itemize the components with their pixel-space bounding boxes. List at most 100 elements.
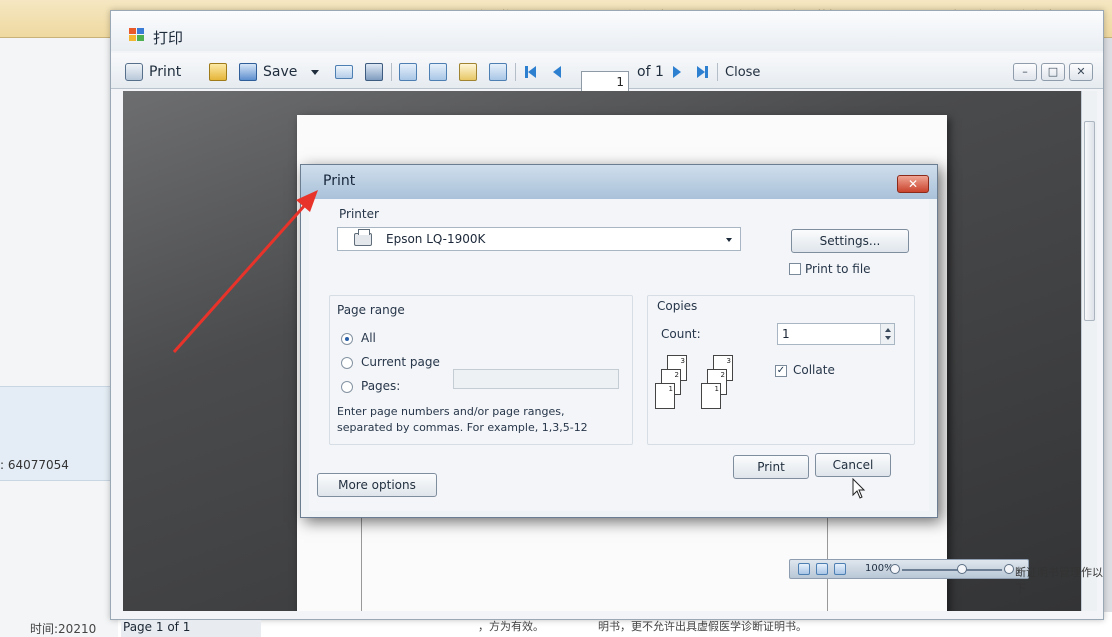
first-page-icon: [528, 66, 536, 78]
cancel-button[interactable]: Cancel: [815, 453, 891, 477]
printer-name: Epson LQ-1900K: [386, 232, 486, 246]
current-page-input[interactable]: 1: [581, 71, 629, 93]
range-hint-line-1: Enter page numbers and/or page ranges,: [337, 405, 565, 418]
page-count-label: of 1: [637, 64, 664, 80]
page-border-line: [827, 505, 828, 611]
toolbar-edit-button[interactable]: [459, 61, 477, 83]
binoculars-icon: [365, 63, 383, 81]
next-page-button[interactable]: [673, 61, 681, 83]
print-dialog-body: Printer Epson LQ-1900K Settings... Print…: [309, 199, 929, 511]
preview-scrollbar[interactable]: [1081, 91, 1097, 611]
zoom-page-icon: [429, 63, 447, 81]
print-dialog: Print ✕ Printer Epson LQ-1900K Settings.…: [300, 164, 938, 518]
last-page-bar-icon: [705, 66, 708, 78]
folder-open-icon: [209, 63, 227, 81]
copies-count-input[interactable]: 1: [777, 323, 895, 345]
settings-button[interactable]: Settings...: [791, 229, 909, 253]
bg-note-2: 明书，更不允许出具虚假医学诊断证明书。: [598, 620, 807, 633]
floppy-disk-icon: [239, 63, 257, 81]
more-options-button[interactable]: More options: [317, 473, 437, 497]
print-to-file-label: Print to file: [805, 262, 871, 276]
mouse-cursor-icon: [852, 478, 866, 499]
page-border-line: [361, 505, 362, 611]
printer-select[interactable]: Epson LQ-1900K: [337, 227, 741, 251]
count-spinner[interactable]: [880, 324, 894, 344]
range-pages-label: Pages:: [361, 379, 401, 393]
print-dialog-title: Print: [323, 173, 356, 189]
zoom-toolbar: 100%: [789, 559, 1029, 579]
printer-icon: [125, 63, 143, 81]
printer-group-label: Printer: [339, 207, 379, 221]
range-hint-line-2: separated by commas. For example, 1,3,5-…: [337, 421, 588, 434]
pages-input[interactable]: [453, 369, 619, 389]
envelope-icon: [335, 65, 353, 79]
zoom-slider-track[interactable]: [902, 569, 1002, 571]
bg-phone-number: : 64077054: [0, 458, 69, 472]
previous-page-button[interactable]: [553, 61, 561, 83]
toolbar-separator: [717, 63, 718, 81]
zoom-slider-thumb[interactable]: [957, 564, 967, 574]
bg-note-1: ，方为有效。: [478, 620, 544, 633]
page-layout-icon: [399, 63, 417, 81]
toolbar-separator: [391, 63, 392, 81]
last-page-button[interactable]: [697, 61, 708, 83]
count-label: Count:: [661, 327, 701, 341]
spin-up-icon[interactable]: [885, 328, 891, 332]
toolbar-find-button[interactable]: [365, 61, 383, 83]
toolbar-print-label: Print: [149, 64, 182, 80]
chevron-down-icon: [726, 238, 732, 242]
preview-title-bar: 打印: [111, 11, 1103, 51]
collate-label: Collate: [793, 363, 835, 377]
range-current-radio[interactable]: [341, 357, 353, 369]
last-page-icon: [697, 66, 705, 78]
close-window-button[interactable]: ✕: [1069, 63, 1093, 81]
status-bar-page-info: Page 1 of 1: [121, 620, 261, 637]
dialog-close-button[interactable]: ✕: [897, 175, 929, 193]
minimize-button[interactable]: –: [1013, 63, 1037, 81]
range-current-label: Current page: [361, 355, 440, 369]
range-pages-radio[interactable]: [341, 381, 353, 393]
print-button[interactable]: Print: [733, 455, 809, 479]
view-mode-icon[interactable]: [834, 563, 846, 575]
page-range-label: Page range: [337, 303, 405, 317]
copies-label: Copies: [657, 299, 698, 313]
toolbar-email-button[interactable]: [335, 61, 353, 83]
toolbar-print-button[interactable]: Print: [125, 61, 181, 83]
maximize-button[interactable]: □: [1041, 63, 1065, 81]
previous-page-icon: [553, 66, 561, 78]
range-all-label: All: [361, 331, 376, 345]
collate-illustration: 3 2 1 3 2 1: [655, 355, 741, 419]
toolbar-save-button[interactable]: Save: [239, 61, 320, 83]
print-to-file-checkbox[interactable]: [789, 263, 801, 275]
chevron-down-icon[interactable]: [311, 69, 320, 75]
zoom-in-icon[interactable]: [1004, 564, 1014, 574]
single-page-icon: [489, 63, 507, 81]
toolbar-zoom-button[interactable]: [429, 61, 447, 83]
bg-time-label: 时间:20210: [30, 622, 97, 636]
zoom-out-icon[interactable]: [890, 564, 900, 574]
bg-right-note: 断证明书管理作以下: [1015, 566, 1103, 595]
toolbar-open-button[interactable]: [209, 61, 227, 83]
page-edit-icon: [459, 63, 477, 81]
collate-checkbox[interactable]: ✓: [775, 365, 787, 377]
count-value: 1: [782, 327, 790, 341]
print-dialog-title-bar[interactable]: Print ✕: [301, 165, 937, 199]
toolbar-separator: [515, 63, 516, 81]
app-icon: [129, 28, 145, 42]
toolbar-close-button[interactable]: Close: [725, 61, 760, 83]
view-mode-icon[interactable]: [798, 563, 810, 575]
view-mode-icon[interactable]: [816, 563, 828, 575]
preview-window-title: 打印: [153, 29, 184, 47]
toolbar-layout-button[interactable]: [399, 61, 417, 83]
range-all-radio[interactable]: [341, 333, 353, 345]
spin-down-icon[interactable]: [885, 336, 891, 340]
background-left-panel: : 64077054 时间:20210: [0, 38, 118, 637]
window-controls: – □ ✕: [1013, 63, 1093, 81]
toolbar-single-page-button[interactable]: [489, 61, 507, 83]
collate-sheet: 1: [701, 383, 721, 409]
next-page-icon: [673, 66, 681, 78]
first-page-button[interactable]: [525, 61, 536, 83]
collate-sheet: 1: [655, 383, 675, 409]
scrollbar-thumb[interactable]: [1084, 121, 1095, 321]
printer-icon: [354, 229, 372, 246]
